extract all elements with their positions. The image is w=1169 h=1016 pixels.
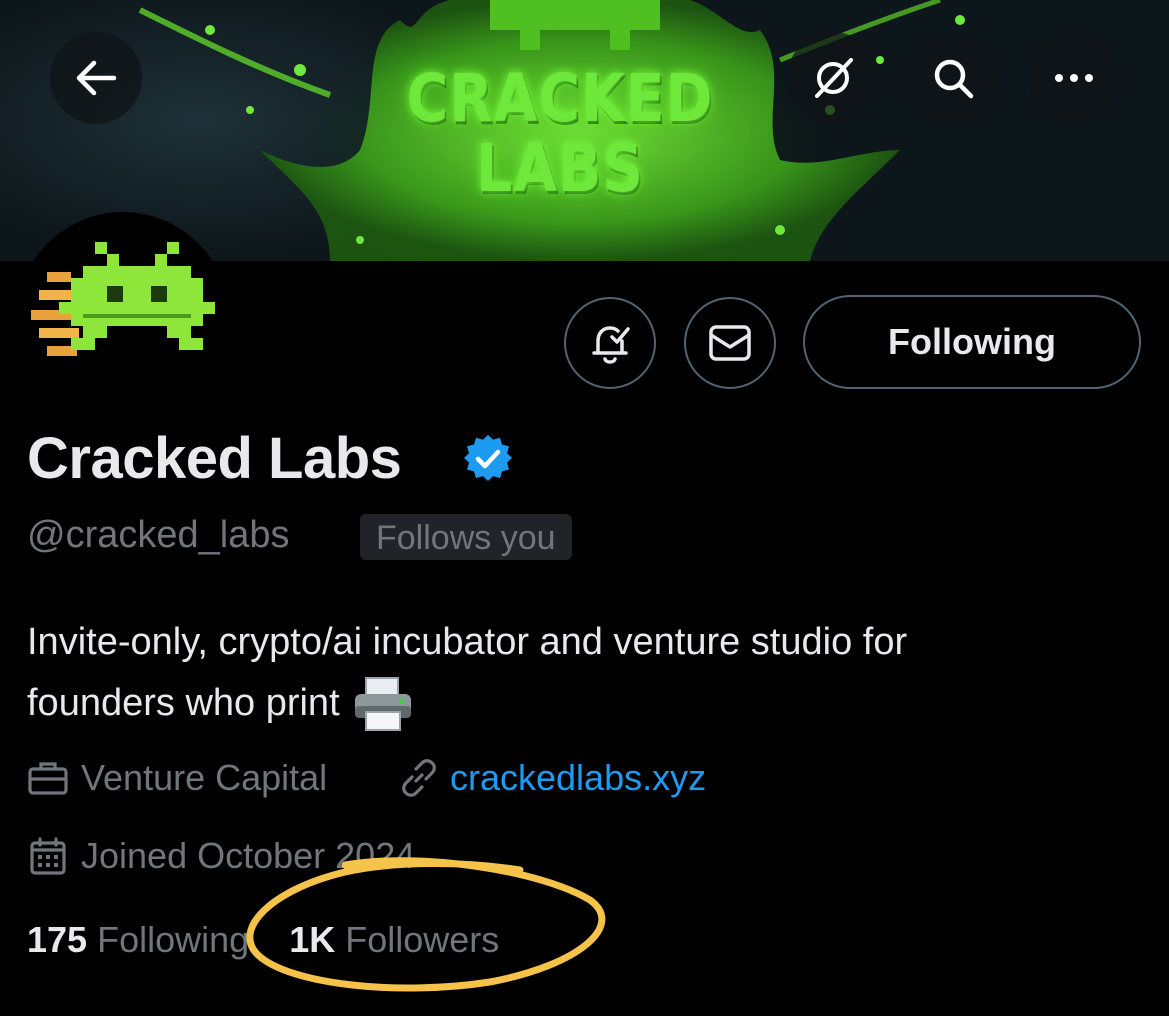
grok-icon xyxy=(815,58,853,98)
banner-title-line1: CRACKED xyxy=(406,60,714,137)
profile-category: Venture Capital xyxy=(27,756,327,800)
followers-label: Followers xyxy=(345,919,500,960)
avatar[interactable] xyxy=(17,212,229,424)
following-stat[interactable]: 175 Following xyxy=(27,919,249,960)
printer-emoji xyxy=(354,676,411,731)
search-button[interactable] xyxy=(907,32,999,124)
bio-line-2: founders who print xyxy=(27,682,340,724)
bio-line-2-row: founders who print xyxy=(27,673,1147,734)
website-link[interactable]: crackedlabs.xyz xyxy=(450,756,706,800)
following-button-label: Following xyxy=(888,321,1056,362)
briefcase-icon xyxy=(28,762,68,795)
notify-button[interactable] xyxy=(564,297,656,389)
following-count: 175 xyxy=(27,919,88,960)
grok-button[interactable] xyxy=(787,32,879,124)
verified-badge-icon[interactable] xyxy=(463,434,513,484)
banner-title-line2: LABS xyxy=(476,130,644,207)
space-invader-logo xyxy=(31,242,215,356)
link-icon xyxy=(402,759,436,797)
message-button[interactable] xyxy=(684,297,776,389)
followers-stat[interactable]: 1K Followers xyxy=(289,919,499,960)
joined-date: Joined October 2024 xyxy=(81,835,416,876)
more-icon xyxy=(1055,74,1093,82)
envelope-icon xyxy=(709,325,751,361)
banner-title: CRACKED LABS xyxy=(405,64,715,204)
profile-stats: 175 Following 1K Followers xyxy=(27,918,499,962)
bio-line-1: Invite-only, crypto/ai incubator and ven… xyxy=(27,621,908,663)
more-button[interactable] xyxy=(1028,32,1120,124)
followers-count: 1K xyxy=(289,919,336,960)
profile-name: Cracked Labs xyxy=(27,426,402,491)
bell-check-icon xyxy=(592,326,630,364)
arrow-left-icon xyxy=(76,60,117,96)
back-button[interactable] xyxy=(50,32,142,124)
follows-you-badge: Follows you xyxy=(360,514,572,560)
profile-website[interactable]: crackedlabs.xyz xyxy=(398,756,706,800)
profile-handle: @cracked_labs xyxy=(27,514,290,556)
category-label: Venture Capital xyxy=(81,757,328,798)
calendar-icon xyxy=(30,837,66,875)
search-icon xyxy=(934,59,974,99)
profile-joined: Joined October 2024 xyxy=(27,834,415,878)
following-button[interactable]: Following xyxy=(803,295,1141,389)
following-label: Following xyxy=(97,919,250,960)
profile-bio: Invite-only, crypto/ai incubator and ven… xyxy=(27,612,1147,734)
